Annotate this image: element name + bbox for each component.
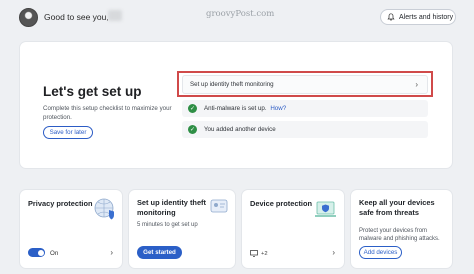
identity-theft-card[interactable]: Set up identity theft monitoring 5 minut… — [129, 190, 235, 268]
watermark: groovyPost.com — [206, 9, 275, 19]
laptop-shield-icon — [315, 201, 336, 217]
toggle-label: On — [50, 250, 59, 257]
bell-icon — [387, 13, 395, 21]
card-subtitle: 5 minutes to get set up — [137, 222, 198, 228]
avatar[interactable] — [19, 8, 38, 27]
privacy-protection-card[interactable]: Privacy protection On › — [20, 190, 122, 268]
alerts-label: Alerts and history — [399, 13, 454, 21]
anti-malware-text: Anti-malware is set up. — [204, 105, 267, 112]
device-protection-card[interactable]: Device protection +2 › — [242, 190, 344, 268]
task-added-device: ✓ You added another device — [182, 121, 428, 138]
identity-card-icon — [210, 199, 228, 213]
privacy-toggle[interactable] — [28, 248, 45, 257]
added-device-text: You added another device — [204, 126, 276, 133]
get-started-button[interactable]: Get started — [137, 246, 182, 259]
how-link[interactable]: How? — [270, 105, 286, 112]
check-icon: ✓ — [188, 104, 197, 113]
task-anti-malware: ✓ Anti-malware is set up. How? — [182, 100, 428, 117]
keep-devices-safe-card[interactable]: Keep all your devices safe from threats … — [351, 190, 452, 268]
blurred-user-name — [108, 10, 122, 21]
setup-title: Let's get set up — [43, 84, 142, 99]
device-count-value: +2 — [261, 250, 268, 257]
card-title: Keep all your devices safe from threats — [359, 198, 435, 217]
monitor-icon — [250, 250, 258, 257]
chevron-right-icon[interactable]: › — [110, 248, 113, 257]
card-title: Set up identity theft monitoring — [137, 198, 206, 217]
card-subtitle: Protect your devices from malware and ph… — [359, 228, 440, 242]
setup-checklist-card: Let's get set up Complete this setup che… — [20, 42, 452, 168]
device-count: +2 — [250, 250, 268, 257]
save-for-later-button[interactable]: Save for later — [43, 126, 93, 139]
chevron-right-icon[interactable]: › — [332, 248, 335, 257]
card-title: Privacy protection — [28, 199, 93, 208]
add-devices-button[interactable]: Add devices — [359, 246, 402, 259]
highlight-annotation-box — [177, 71, 433, 97]
greeting-text: Good to see you, — [44, 12, 109, 22]
card-title: Device protection — [250, 199, 313, 208]
alerts-and-history-button[interactable]: Alerts and history — [380, 9, 456, 25]
setup-description: Complete this setup checklist to maximiz… — [43, 105, 172, 121]
check-icon: ✓ — [188, 125, 197, 134]
task-text: Anti-malware is set up. How? — [204, 105, 286, 112]
privacy-globe-icon — [94, 198, 114, 220]
top-header: Good to see you, groovyPost.com Alerts a… — [0, 0, 474, 34]
